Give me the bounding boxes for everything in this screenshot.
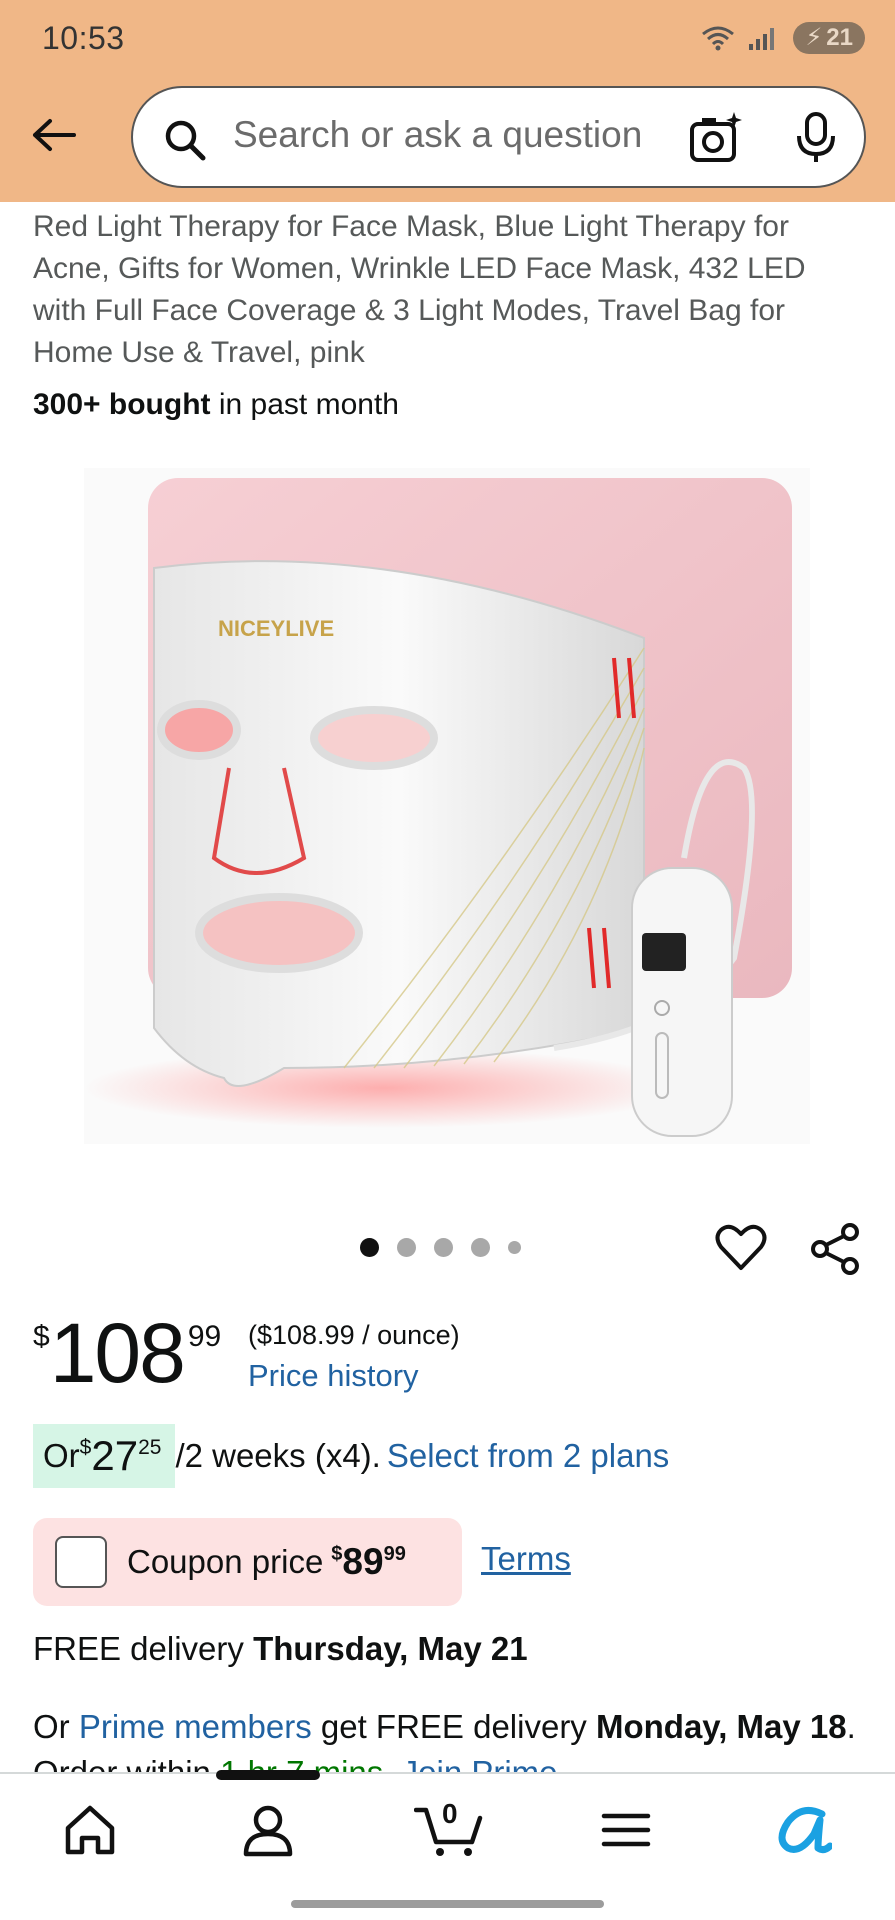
battery-level: 21 — [826, 24, 853, 51]
account-icon[interactable] — [238, 1800, 298, 1860]
back-button[interactable] — [28, 110, 78, 160]
cart-count: 0 — [442, 1798, 458, 1829]
coupon-price-fraction: 99 — [383, 1543, 406, 1565]
pagination-dot[interactable] — [434, 1238, 453, 1257]
installment-whole: 27 — [91, 1432, 139, 1479]
signal-icon — [749, 28, 775, 50]
search-input[interactable]: Search or ask a question — [131, 86, 866, 188]
coupon-terms-link[interactable]: Terms — [481, 1540, 571, 1578]
battery-indicator: ⚡ 21 — [793, 22, 865, 54]
system-home-indicator[interactable] — [291, 1900, 604, 1908]
pagination-dot[interactable] — [360, 1238, 379, 1257]
price: $ 108 99 — [33, 1308, 221, 1398]
price-per-unit: ($108.99 / ounce) — [248, 1320, 460, 1350]
bought-count-rest: in past month — [210, 388, 399, 421]
menu-icon[interactable] — [596, 1800, 656, 1860]
header: 10:53 ⚡ 21 Search or ask a question — [0, 0, 895, 202]
price-history-link[interactable]: Price history — [248, 1358, 419, 1394]
installment-symbol: $ — [79, 1436, 92, 1459]
pagination-dot[interactable] — [397, 1238, 416, 1257]
coupon-box[interactable]: Coupon price $ 89 99 — [33, 1518, 462, 1606]
share-icon[interactable] — [808, 1222, 862, 1276]
delivery-date: Thursday, May 21 — [253, 1630, 528, 1667]
camera-search-icon[interactable] — [688, 110, 744, 166]
delivery-info: FREE delivery Thursday, May 21 — [33, 1630, 528, 1668]
prime-prefix: Or — [33, 1708, 79, 1745]
image-pagination[interactable] — [360, 1238, 521, 1257]
home-icon[interactable] — [60, 1800, 120, 1860]
price-whole: 108 — [49, 1306, 186, 1400]
back-arrow-icon — [33, 119, 76, 151]
battery-bolt-icon: ⚡ — [805, 24, 823, 51]
price-fraction: 99 — [187, 1320, 222, 1353]
product-title[interactable]: Red Light Therapy for Face Mask, Blue Li… — [33, 206, 863, 374]
bought-count: 300+ bought in past month — [33, 388, 399, 422]
coupon-checkbox[interactable] — [55, 1536, 107, 1588]
status-time: 10:53 — [42, 20, 125, 56]
coupon-price-symbol: $ — [331, 1543, 343, 1565]
prime-date: Monday, May 18 — [595, 1708, 847, 1745]
coupon-price-whole: 89 — [342, 1541, 384, 1582]
product-photo: NICEYLIVE — [84, 478, 792, 1137]
installment-schedule: /2 weeks (x4). — [175, 1437, 381, 1474]
installment-badge: Or $ 27 25 — [33, 1424, 176, 1488]
coupon-label: Coupon price — [127, 1543, 324, 1580]
status-icons: ⚡ 21 — [701, 22, 865, 54]
nav-active-indicator — [216, 1770, 320, 1780]
bought-count-bold: 300+ bought — [33, 388, 211, 421]
price-symbol: $ — [33, 1320, 50, 1353]
pagination-dot[interactable] — [471, 1238, 490, 1257]
coupon-price: $ 89 99 — [331, 1541, 406, 1583]
search-placeholder: Search or ask a question — [233, 114, 643, 155]
microphone-icon[interactable] — [793, 110, 839, 166]
heart-icon[interactable] — [714, 1220, 768, 1274]
rufus-icon[interactable] — [776, 1800, 832, 1860]
installment-row: Or $ 27 25 /2 weeks (x4). Select from 2 … — [33, 1424, 669, 1488]
select-plans-link[interactable]: Select from 2 plans — [387, 1437, 669, 1475]
wifi-icon — [702, 26, 735, 51]
installment-prefix: Or — [43, 1437, 80, 1474]
prime-members-link[interactable]: Prime members — [79, 1708, 312, 1745]
installment-fraction: 25 — [138, 1436, 162, 1459]
delivery-prefix: FREE delivery — [33, 1630, 254, 1667]
pagination-dot[interactable] — [508, 1241, 521, 1254]
mask-brand-text: NICEYLIVE — [218, 616, 334, 641]
product-image[interactable]: NICEYLIVE — [84, 468, 810, 1144]
search-icon — [165, 120, 206, 161]
prime-middle: get FREE delivery — [311, 1708, 596, 1745]
